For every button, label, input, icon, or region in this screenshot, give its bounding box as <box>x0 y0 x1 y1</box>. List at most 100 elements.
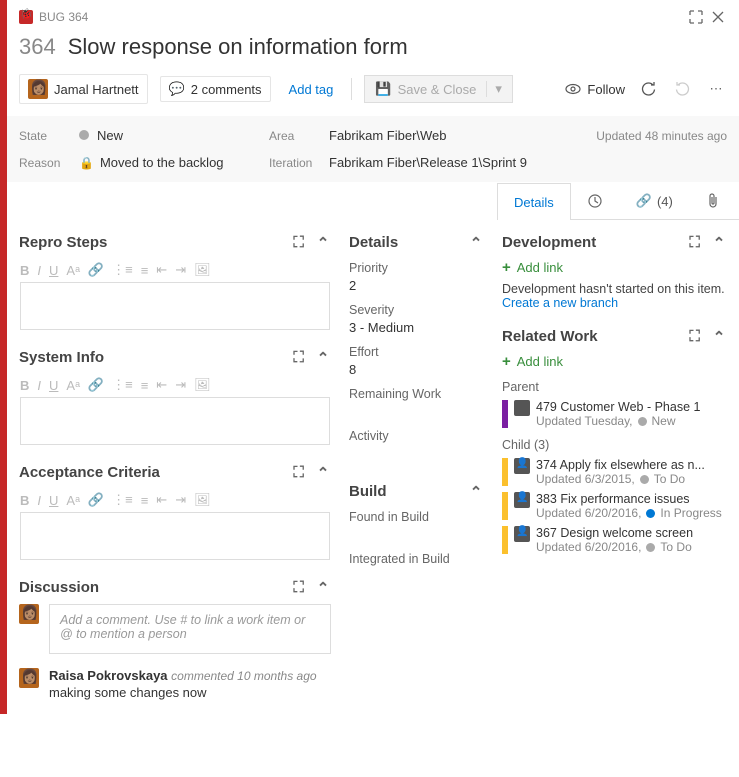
chevron-up-icon[interactable]: ⌃ <box>315 235 331 251</box>
related-item[interactable]: 374 Apply fix elsewhere as n...Updated 6… <box>502 458 727 486</box>
color-bar <box>502 458 508 486</box>
editor-toolbar[interactable]: BIUAᵃ🔗⋮≡≡⇤⇥🖼 <box>20 375 330 397</box>
build-heading: Build <box>349 483 387 500</box>
chevron-up-icon[interactable]: ⌃ <box>468 484 484 500</box>
save-icon: 💾 <box>375 81 391 97</box>
expand-icon[interactable]: ⛶ <box>291 580 307 596</box>
chevron-up-icon[interactable]: ⌃ <box>468 235 484 251</box>
related-item[interactable]: 383 Fix performance issuesUpdated 6/20/2… <box>502 492 727 520</box>
details-heading: Details <box>349 234 398 251</box>
area-value[interactable]: Fabrikam Fiber\Web <box>329 128 547 143</box>
work-item-title[interactable]: Slow response on information form <box>68 34 408 60</box>
updated-text: Updated 48 minutes ago <box>547 129 727 143</box>
effort-label: Effort <box>349 345 484 359</box>
tab-attachments[interactable] <box>690 182 736 219</box>
expand-icon[interactable]: ⛶ <box>291 465 307 481</box>
avatar <box>19 668 39 688</box>
comments-chip[interactable]: 💬 2 comments <box>160 76 271 102</box>
integrated-build-value[interactable] <box>349 569 484 584</box>
save-label: Save & Close <box>398 82 477 97</box>
found-build-label: Found in Build <box>349 510 484 524</box>
related-item[interactable]: 367 Design welcome screenUpdated 6/20/20… <box>502 526 727 554</box>
assignee-chip[interactable]: Jamal Hartnett <box>19 74 148 104</box>
chevron-down-icon[interactable]: ▾ <box>486 81 502 97</box>
tab-details[interactable]: Details <box>497 183 571 220</box>
repro-editor[interactable] <box>20 282 330 330</box>
tab-links[interactable]: 🔗 (4) <box>619 182 690 219</box>
expand-icon[interactable]: ⛶ <box>291 350 307 366</box>
task-icon <box>514 492 530 508</box>
color-bar <box>502 400 508 428</box>
effort-value[interactable]: 8 <box>349 362 484 377</box>
state-dot-icon <box>640 475 649 484</box>
chevron-up-icon[interactable]: ⌃ <box>315 350 331 366</box>
chevron-up-icon[interactable]: ⌃ <box>711 329 727 345</box>
chevron-up-icon[interactable]: ⌃ <box>315 465 331 481</box>
repro-heading: Repro Steps <box>19 234 107 251</box>
remaining-label: Remaining Work <box>349 387 484 401</box>
plus-icon: + <box>502 259 511 276</box>
parent-group-label: Parent <box>502 380 727 394</box>
found-build-value[interactable] <box>349 527 484 542</box>
color-bar <box>502 526 508 554</box>
editor-toolbar[interactable]: BIUAᵃ🔗⋮≡≡⇤⇥🖼 <box>20 490 330 512</box>
avatar <box>28 79 48 99</box>
expand-icon[interactable]: ⛶ <box>291 235 307 251</box>
more-icon[interactable]: ⋯ <box>705 78 727 100</box>
expand-icon[interactable]: ⛶ <box>687 235 703 251</box>
activity-value[interactable] <box>349 446 484 461</box>
state-dot-icon <box>646 509 655 518</box>
close-icon[interactable] <box>707 6 729 28</box>
remaining-value[interactable] <box>349 404 484 419</box>
iteration-label: Iteration <box>269 156 329 170</box>
state-dot-icon <box>646 543 655 552</box>
create-branch-link[interactable]: Create a new branch <box>502 296 727 310</box>
lock-icon: 🔒 <box>79 156 94 170</box>
reason-value[interactable]: 🔒Moved to the backlog <box>79 155 269 170</box>
editor-toolbar[interactable]: BIUAᵃ🔗⋮≡≡⇤⇥🖼 <box>20 260 330 282</box>
dev-add-link[interactable]: +Add link <box>502 259 727 276</box>
state-label: State <box>19 129 79 143</box>
related-item[interactable]: 479 Customer Web - Phase 1 Updated Tuesd… <box>502 400 727 428</box>
priority-value[interactable]: 2 <box>349 278 484 293</box>
save-close-button[interactable]: 💾 Save & Close ▾ <box>364 75 512 103</box>
add-tag-button[interactable]: Add tag <box>283 78 340 101</box>
comment-body: making some changes now <box>49 685 331 700</box>
eye-icon <box>565 81 581 97</box>
expand-icon[interactable]: ⛶ <box>687 329 703 345</box>
color-bar <box>502 492 508 520</box>
state-value[interactable]: New <box>79 128 269 143</box>
area-label: Area <box>269 129 329 143</box>
titlebar-label: BUG 364 <box>39 10 88 24</box>
tab-history[interactable] <box>571 182 619 219</box>
task-icon <box>514 458 530 474</box>
follow-button[interactable]: Follow <box>565 81 625 97</box>
assignee-name: Jamal Hartnett <box>54 82 139 97</box>
history-icon <box>588 194 602 208</box>
comments-count: 2 comments <box>191 82 262 97</box>
activity-label: Activity <box>349 429 484 443</box>
chevron-up-icon[interactable]: ⌃ <box>711 235 727 251</box>
work-item-id: 364 <box>19 34 56 60</box>
chevron-up-icon[interactable]: ⌃ <box>315 580 331 596</box>
severity-value[interactable]: 3 - Medium <box>349 320 484 335</box>
related-heading: Related Work <box>502 328 598 345</box>
comment-user: Raisa Pokrovskaya <box>49 668 168 683</box>
development-heading: Development <box>502 234 596 251</box>
state-dot-icon <box>79 130 89 140</box>
acceptance-editor[interactable] <box>20 512 330 560</box>
plus-icon: + <box>502 353 511 370</box>
refresh-icon[interactable] <box>637 78 659 100</box>
separator <box>351 78 352 100</box>
iteration-value[interactable]: Fabrikam Fiber\Release 1\Sprint 9 <box>329 155 547 170</box>
avatar <box>19 604 39 624</box>
link-icon: 🔗 <box>636 193 652 209</box>
undo-icon[interactable] <box>671 78 693 100</box>
maximize-icon[interactable] <box>685 6 707 28</box>
reason-label: Reason <box>19 156 79 170</box>
discussion-input[interactable]: Add a comment. Use # to link a work item… <box>49 604 331 654</box>
severity-label: Severity <box>349 303 484 317</box>
comment-meta: commented 10 months ago <box>171 669 316 683</box>
related-add-link[interactable]: +Add link <box>502 353 727 370</box>
sysinfo-editor[interactable] <box>20 397 330 445</box>
